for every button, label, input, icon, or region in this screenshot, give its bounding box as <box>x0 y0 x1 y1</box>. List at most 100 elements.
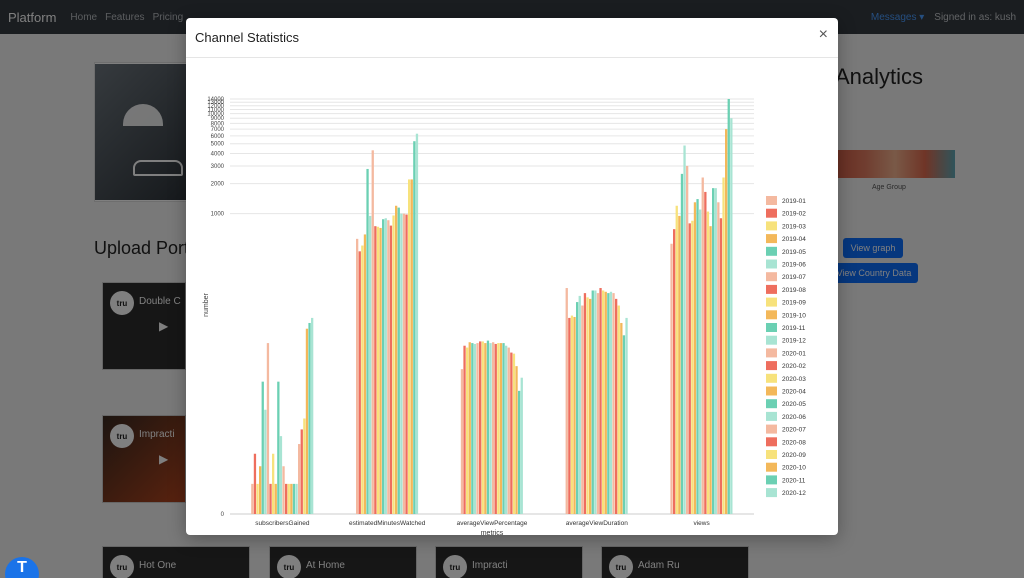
bar <box>395 205 398 515</box>
bar <box>515 366 518 514</box>
bar <box>617 305 620 514</box>
bar <box>670 243 673 514</box>
legend-swatch <box>766 310 777 320</box>
bar <box>389 225 393 514</box>
bar <box>680 173 684 514</box>
bar <box>719 218 723 514</box>
bar <box>264 409 267 514</box>
bar <box>363 234 367 514</box>
x-tick-label: averageViewDuration <box>566 520 628 527</box>
legend-swatch <box>766 208 777 218</box>
bar <box>505 345 508 514</box>
bar <box>678 215 681 514</box>
bar <box>725 129 728 514</box>
bar <box>714 188 717 514</box>
bar <box>371 150 374 514</box>
legend-label: 2019-10 <box>782 312 806 319</box>
legend-label: 2020-10 <box>782 465 806 472</box>
x-tick-label: averageViewPercentage <box>457 520 528 527</box>
legend-swatch <box>766 475 777 485</box>
bar <box>272 453 275 514</box>
bar <box>256 483 259 514</box>
x-tick-label: subscribersGained <box>255 520 310 527</box>
bar <box>415 133 419 514</box>
legend-label: 2020-11 <box>782 477 806 484</box>
legend-label: 2020-02 <box>782 363 806 370</box>
bar <box>358 251 361 514</box>
bar <box>686 165 689 514</box>
bar <box>683 145 686 514</box>
bar <box>259 466 262 514</box>
bar <box>400 213 403 514</box>
y-axis-label: number <box>203 292 210 316</box>
x-tick-label: estimatedMinutesWatched <box>349 520 426 527</box>
bar <box>361 245 364 514</box>
legend-label: 2019-01 <box>782 198 806 205</box>
legend-swatch <box>766 335 777 345</box>
legend-label: 2019-02 <box>782 211 806 218</box>
bar <box>594 290 597 514</box>
bar <box>704 191 707 514</box>
legend-label: 2019-11 <box>782 325 806 332</box>
bar <box>308 322 311 514</box>
bar <box>615 298 618 514</box>
legend-label: 2020-01 <box>782 350 806 357</box>
bar <box>402 213 406 514</box>
bar <box>497 343 500 514</box>
bar <box>727 98 730 514</box>
legend-swatch <box>766 234 777 244</box>
legend-label: 2020-05 <box>782 401 806 408</box>
bar <box>581 305 584 514</box>
y-tick-label: 0 <box>221 512 225 518</box>
bar <box>706 211 710 514</box>
bar <box>502 343 505 514</box>
bar <box>413 141 416 514</box>
bar <box>499 343 503 514</box>
bar <box>494 343 497 514</box>
bar <box>261 381 264 514</box>
bar <box>476 343 479 514</box>
bar <box>269 483 272 514</box>
bar <box>486 340 490 514</box>
legend-label: 2019-05 <box>782 249 806 256</box>
bar <box>602 290 605 514</box>
y-tick-label: 8000 <box>211 121 225 127</box>
bar <box>489 343 492 514</box>
bar <box>673 229 676 514</box>
bar <box>468 342 471 514</box>
channel-statistics-chart: 0100020003000400050006000700080009000100… <box>203 97 806 535</box>
bar <box>287 483 290 514</box>
legend-swatch <box>766 259 777 269</box>
bar <box>366 168 369 514</box>
legend-label: 2020-07 <box>782 427 806 434</box>
bar <box>609 291 613 514</box>
bar <box>675 205 678 515</box>
bar <box>583 293 587 514</box>
close-button[interactable]: × <box>819 26 828 44</box>
legend-swatch <box>766 284 777 294</box>
legend-swatch <box>766 399 777 409</box>
bar <box>285 483 288 514</box>
y-tick-label: 4000 <box>211 151 225 157</box>
bar <box>266 343 270 514</box>
bar <box>379 227 382 515</box>
bar <box>303 418 306 514</box>
modal-title: Channel Statistics <box>195 30 300 45</box>
bar <box>709 226 712 514</box>
legend-label: 2019-03 <box>782 223 806 230</box>
bar <box>484 343 487 514</box>
bar <box>568 317 571 514</box>
bar <box>374 226 377 514</box>
bar <box>298 444 301 514</box>
legend-label: 2019-07 <box>782 274 806 281</box>
bar <box>586 297 589 514</box>
bar <box>691 220 694 515</box>
bar <box>408 179 411 514</box>
bar <box>701 177 704 515</box>
bar <box>369 215 372 514</box>
legend-swatch <box>766 373 777 383</box>
bar <box>717 202 720 515</box>
bar <box>722 177 725 515</box>
x-axis-label: metrics <box>481 530 504 535</box>
legend-swatch <box>766 297 777 307</box>
